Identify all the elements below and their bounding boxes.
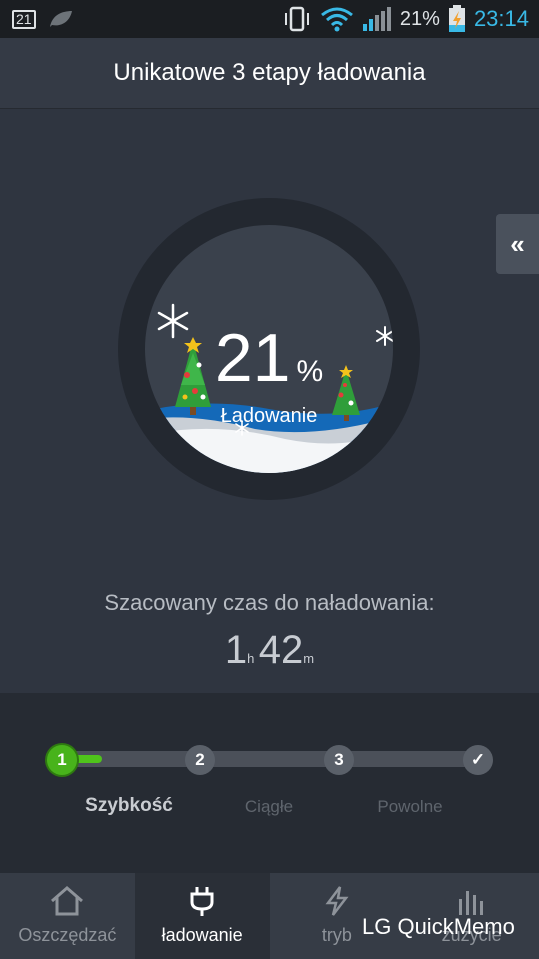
bar-chart-icon: [458, 891, 483, 915]
stage-label-slow: Powolne: [377, 797, 443, 816]
stage-label-continuous: Ciągłe: [244, 797, 294, 816]
vibrate-icon: [284, 6, 309, 32]
estimate-minutes: 42: [258, 628, 304, 672]
stage-node-1: 1: [47, 745, 77, 775]
home-icon: [51, 886, 84, 916]
double-chevron-left-icon: «: [510, 228, 525, 259]
estimate-hours: 1: [224, 628, 248, 672]
estimate-minutes-unit: m: [303, 651, 315, 666]
collapse-panel-button[interactable]: «: [496, 214, 539, 274]
nav-tab-save-label: Oszczędzać: [18, 925, 117, 945]
charge-percent: 21%: [145, 319, 393, 397]
status-clock: 23:14: [473, 6, 529, 31]
quickmemo-overlay[interactable]: LG QuickMemo: [362, 914, 515, 940]
gauge-face: 21% Ładowanie: [145, 225, 393, 473]
wifi-icon: [320, 7, 353, 32]
charge-status-label: Ładowanie: [220, 405, 318, 427]
estimate-hours-unit: h: [247, 651, 255, 666]
stage-node-3: 3: [324, 745, 354, 775]
charge-percent-value: 21: [214, 320, 291, 396]
nav-tab-save[interactable]: Oszczędzać: [0, 873, 135, 959]
stage-label-fast: Szybkość: [85, 795, 173, 816]
nav-tab-mode-label: tryb: [321, 925, 352, 945]
signal-icon: [362, 7, 391, 31]
stage-node-complete: ✓: [463, 745, 493, 775]
page-title: Unikatowe 3 etapy ładowania: [113, 59, 426, 86]
lightning-icon: [325, 886, 349, 916]
stage-node-2: 2: [185, 745, 215, 775]
estimate-label: Szacowany czas do naładowania:: [104, 590, 435, 615]
charging-stages: 1 2 3 ✓ Szybkość Ciągłe Powolne: [0, 693, 539, 873]
leaf-icon: [49, 11, 72, 27]
page-header: Unikatowe 3 etapy ładowania: [0, 38, 539, 109]
plug-icon: [190, 887, 214, 916]
charge-percent-sign: %: [296, 355, 324, 388]
calendar-icon: 21: [12, 9, 36, 29]
nav-tab-charging[interactable]: ładowanie: [134, 873, 270, 959]
estimate-time: 1h 42m: [0, 628, 539, 673]
battery-gauge: 21% Ładowanie: [118, 198, 420, 500]
status-bar: 21 21% 23:14: [0, 0, 539, 38]
stages-track: [62, 751, 479, 767]
battery-percent: 21%: [399, 7, 440, 30]
nav-tab-charging-label: ładowanie: [161, 925, 243, 945]
battery-charging-icon: [448, 5, 465, 32]
